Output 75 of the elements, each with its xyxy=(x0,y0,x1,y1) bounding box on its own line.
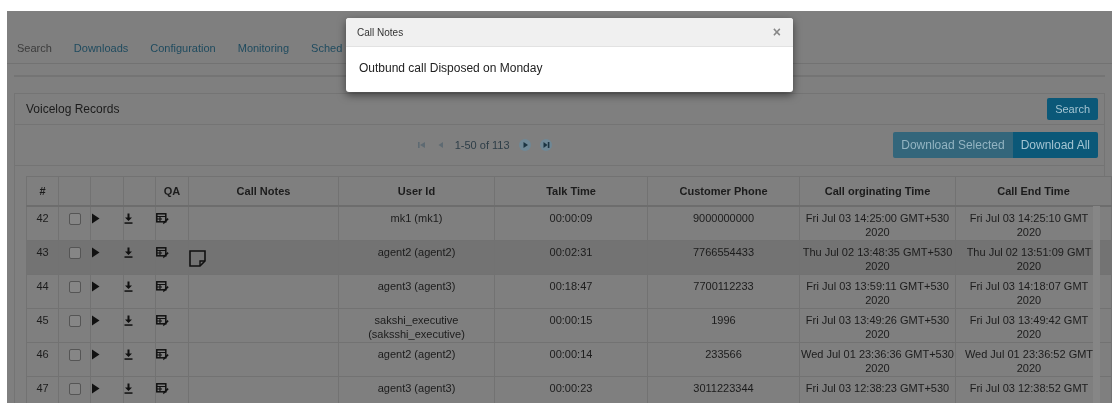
close-button[interactable]: × xyxy=(772,25,781,39)
row-checkbox[interactable] xyxy=(68,383,81,395)
download-icon[interactable] xyxy=(124,315,133,326)
next-page-icon[interactable] xyxy=(518,139,531,151)
user-id: mk1 (mk1) xyxy=(390,211,443,225)
row-checkbox[interactable] xyxy=(68,281,81,293)
row-number: 47 xyxy=(36,381,49,395)
call-end-time: Fri Jul 03 14:25:10 GMT 2020 xyxy=(969,211,1089,239)
play-icon[interactable] xyxy=(91,213,100,224)
row-number: 42 xyxy=(36,211,49,225)
nav-tab[interactable]: Configuration xyxy=(139,42,227,63)
customer-phone: 233566 xyxy=(705,347,742,361)
play-icon[interactable] xyxy=(91,281,100,292)
panel-title: Voicelog Records xyxy=(26,102,120,116)
customer-phone: 9000000000 xyxy=(692,211,755,225)
download-icon[interactable] xyxy=(124,349,133,360)
call-start-time: Wed Jul 01 23:36:36 GMT+530 2020 xyxy=(801,347,954,375)
form-edit-icon[interactable] xyxy=(156,247,169,259)
form-edit-icon[interactable] xyxy=(156,315,169,327)
dialog-title: Call Notes xyxy=(357,26,404,38)
call-start-time: Fri Jul 03 13:59:11 GMT+530 2020 xyxy=(806,279,949,307)
talk-time: 00:18:47 xyxy=(549,279,593,293)
call-end-time: Fri Jul 03 12:38:52 GMT xyxy=(969,381,1089,395)
talk-time: 00:00:15 xyxy=(549,313,593,327)
form-edit-icon[interactable] xyxy=(156,281,169,293)
download-icon[interactable] xyxy=(124,247,133,258)
user-id: sakshi_executive (saksshi_executive) xyxy=(368,313,465,341)
note-icon[interactable] xyxy=(189,250,206,267)
customer-phone: 3011223344 xyxy=(693,381,754,395)
call-start-time: Fri Jul 03 13:49:26 GMT+530 2020 xyxy=(805,313,950,341)
nav-tab[interactable]: Monitoring xyxy=(226,42,301,63)
customer-phone: 1996 xyxy=(711,313,736,327)
form-edit-icon[interactable] xyxy=(156,383,169,395)
play-icon[interactable] xyxy=(91,315,100,326)
user-id: agent3 (agent3) xyxy=(377,279,456,293)
row-number: 45 xyxy=(36,313,49,327)
user-id: agent2 (agent2) xyxy=(377,245,456,259)
call-start-time: Fri Jul 03 14:25:00 GMT+530 2020 xyxy=(805,211,950,239)
row-checkbox[interactable] xyxy=(68,247,81,259)
download-button[interactable]: Download All xyxy=(1012,132,1098,158)
form-edit-icon[interactable] xyxy=(156,349,169,361)
form-edit-icon[interactable] xyxy=(156,213,169,225)
download-icon[interactable] xyxy=(124,213,133,224)
download-icon[interactable] xyxy=(124,383,133,394)
talk-time: 00:00:23 xyxy=(549,381,593,395)
talk-time: 00:00:09 xyxy=(549,211,593,225)
download-icon[interactable] xyxy=(124,281,133,292)
play-icon[interactable] xyxy=(91,383,100,394)
customer-phone: 7700112233 xyxy=(693,279,754,293)
search-button[interactable]: Search xyxy=(1047,98,1098,120)
call-start-time: Thu Jul 02 13:48:35 GMT+530 2020 xyxy=(802,245,953,273)
call-end-time: Wed Jul 01 23:36:52 GMT 2020 xyxy=(964,347,1094,375)
call-start-time: Fri Jul 03 12:38:23 GMT+530 xyxy=(805,381,950,395)
last-page-icon[interactable] xyxy=(539,139,552,151)
call-end-time: Fri Jul 03 13:49:42 GMT 2020 xyxy=(969,313,1089,341)
call-end-time: Thu Jul 02 13:51:09 GMT 2020 xyxy=(966,245,1092,273)
nav-tab[interactable]: Search xyxy=(7,42,63,63)
scrollbar[interactable] xyxy=(1093,206,1100,403)
row-checkbox[interactable] xyxy=(68,349,81,361)
row-number: 44 xyxy=(36,279,49,293)
row-checkbox[interactable] xyxy=(68,213,81,225)
user-id: agent3 (agent3) xyxy=(377,381,456,395)
row-number: 46 xyxy=(36,347,49,361)
play-icon[interactable] xyxy=(91,247,100,258)
talk-time: 00:00:14 xyxy=(549,347,593,361)
note-text: Outbund call Disposed on Monday xyxy=(358,60,544,77)
row-checkbox[interactable] xyxy=(68,315,81,327)
nav-tab[interactable]: Downloads xyxy=(62,42,140,63)
page-range: 1-50 of 113 xyxy=(454,139,510,151)
customer-phone: 7766554433 xyxy=(692,245,755,259)
user-id: agent2 (agent2) xyxy=(377,347,456,361)
call-end-time: Fri Jul 03 14:18:07 GMT 2020 xyxy=(969,279,1089,307)
talk-time: 00:02:31 xyxy=(549,245,593,259)
play-icon[interactable] xyxy=(91,349,100,360)
row-number: 43 xyxy=(36,245,49,259)
